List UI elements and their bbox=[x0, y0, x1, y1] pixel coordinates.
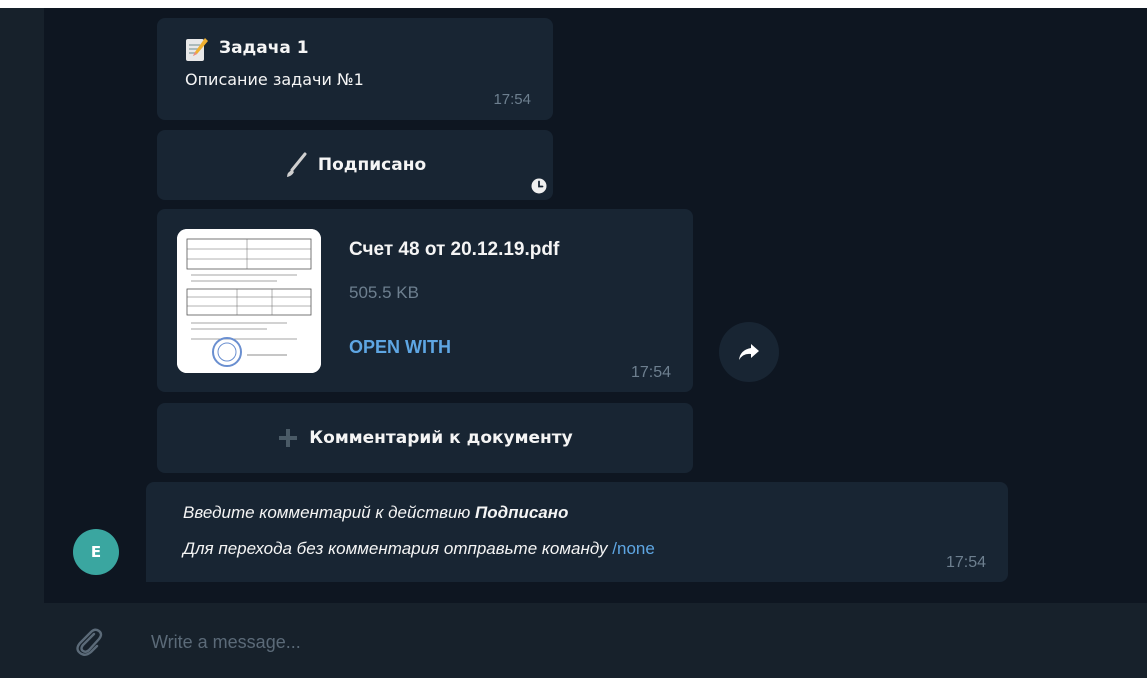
document-thumbnail[interactable] bbox=[177, 229, 321, 373]
task-title: Задача 1 bbox=[219, 38, 309, 58]
prompt-line-1: Введите комментарий к действию Подписано bbox=[183, 503, 569, 522]
brush-icon bbox=[286, 152, 307, 177]
memo-icon bbox=[186, 38, 208, 61]
file-size: 505.5 KB bbox=[349, 283, 419, 302]
plus-icon bbox=[279, 429, 298, 447]
open-with-link[interactable]: OPEN WITH bbox=[349, 337, 451, 358]
message-composer bbox=[44, 603, 1147, 678]
prompt-line-2: Для перехода без комментария отправьте к… bbox=[183, 539, 655, 558]
action-name: Подписано bbox=[474, 503, 569, 522]
file-time: 17:54 bbox=[630, 364, 671, 381]
file-message[interactable]: Счет 48 от 20.12.19.pdf 505.5 KB OPEN WI… bbox=[157, 209, 693, 392]
task-message[interactable]: Задача 1 Описание задачи №1 17:54 bbox=[157, 18, 553, 120]
task-description: Описание задачи №1 bbox=[185, 70, 364, 89]
comment-button[interactable]: Комментарий к документу bbox=[157, 403, 693, 473]
none-command-link[interactable]: /none bbox=[612, 539, 655, 558]
paperclip-icon[interactable] bbox=[72, 625, 106, 659]
share-button[interactable] bbox=[719, 322, 779, 382]
signed-button[interactable]: Подписано bbox=[157, 130, 553, 200]
file-name: Счет 48 от 20.12.19.pdf bbox=[349, 239, 560, 260]
share-arrow-icon bbox=[739, 344, 759, 360]
signed-button-label: Подписано bbox=[317, 155, 427, 175]
prompt-message[interactable]: Введите комментарий к действию Подписано… bbox=[146, 482, 1008, 582]
message-input[interactable] bbox=[149, 623, 1053, 661]
left-panel bbox=[0, 8, 44, 678]
clock-icon bbox=[531, 178, 547, 194]
task-time: 17:54 bbox=[493, 91, 531, 108]
prompt-time: 17:54 bbox=[945, 554, 986, 571]
avatar[interactable]: E bbox=[73, 529, 119, 575]
top-strip bbox=[0, 0, 1147, 8]
comment-button-label: Комментарий к документу bbox=[309, 428, 573, 448]
